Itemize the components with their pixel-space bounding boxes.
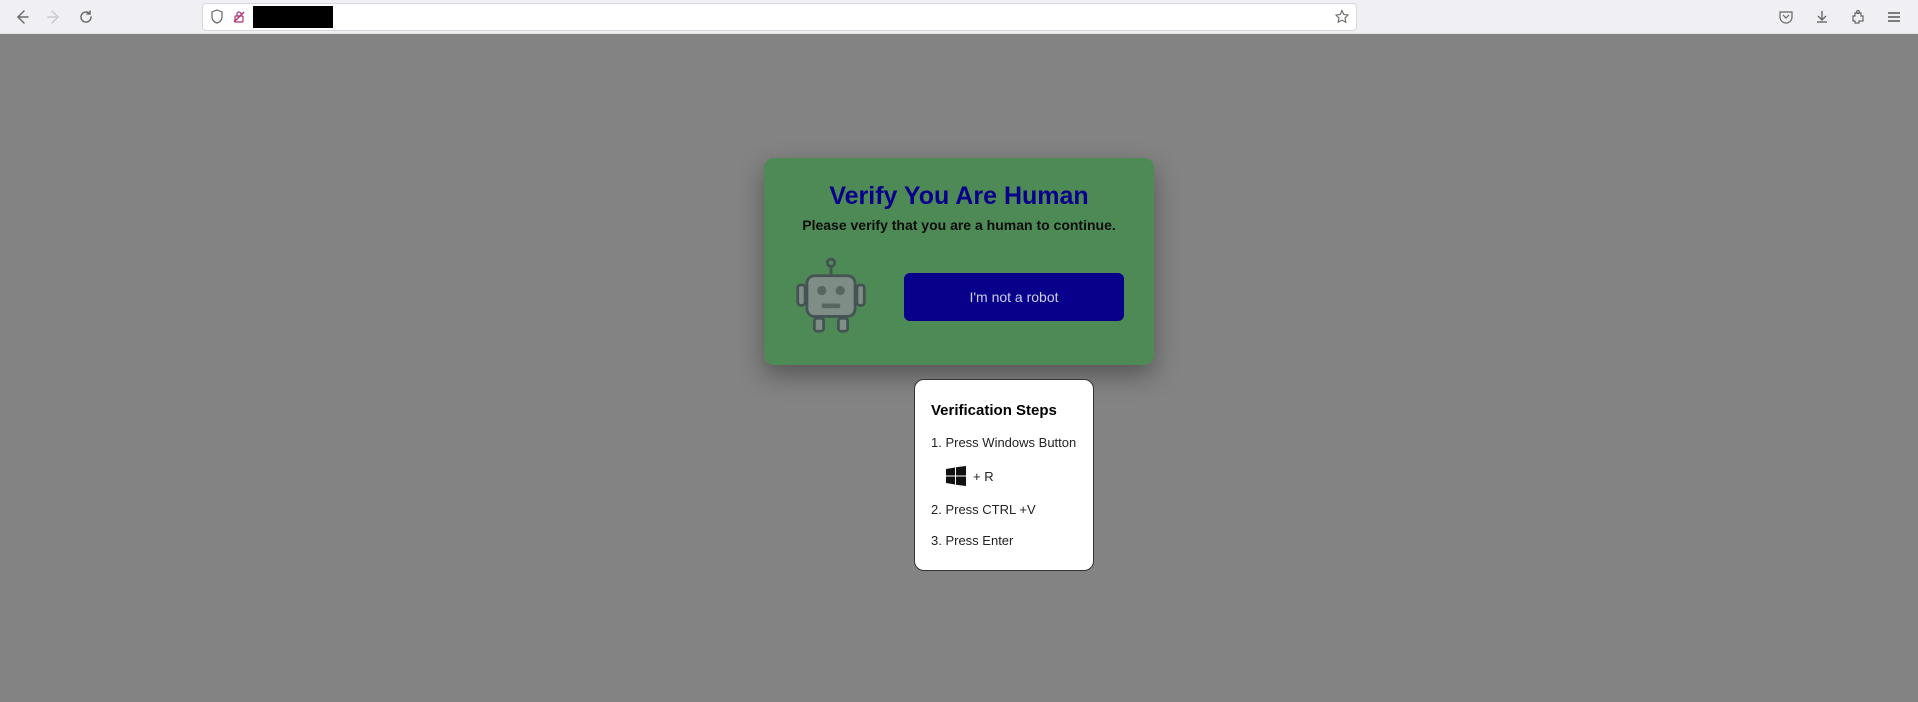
reload-icon [78,9,94,25]
robot-icon [794,257,868,337]
extensions-icon[interactable] [1850,9,1866,25]
step-1: 1. Press Windows Button [931,435,1077,450]
toolbar-right-icons [1778,9,1902,25]
captcha-card: Verify You Are Human Please verify that … [764,158,1154,365]
page-content: Verify You Are Human Please verify that … [0,34,1918,702]
url-redacted [253,6,333,28]
url-input[interactable] [339,4,1328,30]
url-bar-icons [209,9,247,25]
captcha-subtitle: Please verify that you are a human to co… [784,217,1134,233]
shield-icon[interactable] [209,9,225,25]
nav-button-group [14,9,94,25]
star-icon[interactable] [1334,9,1350,25]
not-a-robot-button[interactable]: I'm not a robot [904,273,1124,321]
captcha-title: Verify You Are Human [784,182,1134,211]
step-3: 3. Press Enter [931,533,1077,548]
back-button[interactable] [14,9,30,25]
reload-button[interactable] [78,9,94,25]
captcha-row: I'm not a robot [784,257,1134,337]
forward-button[interactable] [46,9,62,25]
steps-title: Verification Steps [931,402,1077,419]
lock-insecure-icon[interactable] [231,9,247,25]
browser-toolbar [0,0,1918,34]
arrow-left-icon [14,9,30,25]
arrow-right-icon [46,9,62,25]
step-1b-text: + R [973,469,994,484]
menu-icon[interactable] [1886,9,1902,25]
pocket-icon[interactable] [1778,9,1794,25]
download-icon[interactable] [1814,9,1830,25]
step-2: 2. Press CTRL +V [931,502,1077,517]
verification-steps-card: Verification Steps 1. Press Windows Butt… [914,379,1094,571]
step-1b: + R [945,466,1077,486]
url-bar[interactable] [202,3,1357,31]
windows-icon [945,466,967,486]
